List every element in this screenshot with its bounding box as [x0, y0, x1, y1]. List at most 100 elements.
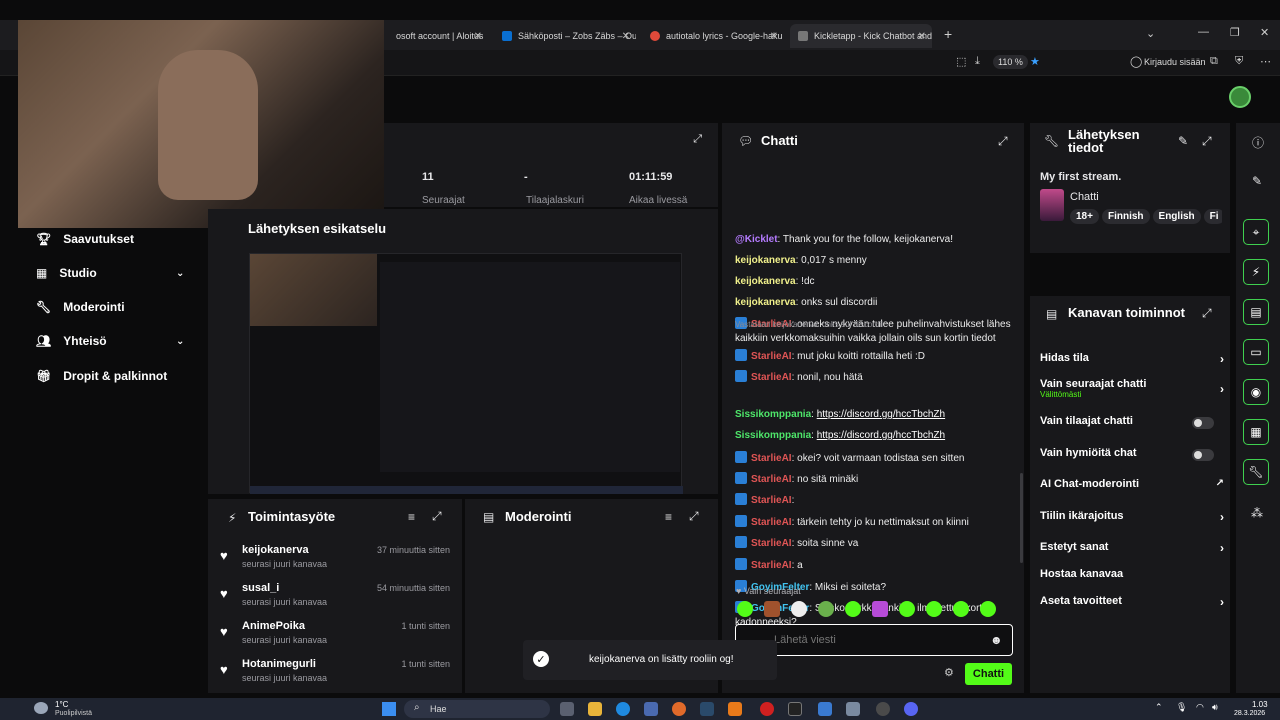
- pencil-icon[interactable]: ✎: [1252, 174, 1262, 188]
- emote-icon[interactable]: [872, 601, 888, 617]
- tab-microsoft-account[interactable]: osoft account | Aloitus ✕: [388, 24, 488, 48]
- download-icon[interactable]: ⤓: [975, 55, 980, 68]
- filter-icon[interactable]: ≡: [408, 510, 415, 524]
- sign-in-button[interactable]: Kirjaudu sisään: [1144, 57, 1206, 67]
- activity-user[interactable]: susal_i: [242, 582, 279, 594]
- slow-mode-row[interactable]: Hidas tila ›: [1040, 352, 1224, 366]
- emote-only-toggle[interactable]: [1192, 449, 1214, 461]
- document-icon[interactable]: ▤: [1243, 299, 1269, 325]
- host-channel-row[interactable]: Hostaa kanavaa: [1040, 568, 1224, 580]
- steam-icon[interactable]: [700, 702, 714, 716]
- clock-time[interactable]: 1.03: [1252, 700, 1268, 709]
- expand-icon[interactable]: ⤢: [432, 509, 442, 524]
- edge-icon[interactable]: [616, 702, 630, 716]
- chat-username[interactable]: StarlieAI: [751, 517, 792, 528]
- close-window-icon[interactable]: ✕: [1260, 26, 1269, 39]
- tag[interactable]: English: [1152, 209, 1201, 224]
- chat-icon[interactable]: ▭: [1243, 339, 1269, 365]
- terminal-icon[interactable]: [788, 702, 802, 716]
- sidebar-item-studio[interactable]: ▦ Studio ⌄: [36, 266, 196, 280]
- lightning-icon[interactable]: ⚡︎: [1243, 259, 1269, 285]
- obs-icon[interactable]: [876, 702, 890, 716]
- emote-icon[interactable]: [845, 601, 861, 617]
- volume-icon[interactable]: 🔊︎: [1212, 702, 1218, 713]
- age-restriction-row[interactable]: Tiilin ikärajoitus ›: [1040, 510, 1224, 524]
- category-name[interactable]: Chatti: [1070, 191, 1099, 203]
- activity-user[interactable]: AnimePoika: [242, 620, 305, 632]
- microphone-icon[interactable]: 🎙︎: [1176, 702, 1187, 713]
- chat-username[interactable]: StarlieAI: [751, 495, 792, 506]
- filter-icon[interactable]: ≡: [665, 510, 672, 524]
- target-icon[interactable]: ⌖: [1243, 219, 1269, 245]
- store-icon[interactable]: [644, 702, 658, 716]
- settings-gear-icon[interactable]: ⚙: [944, 666, 954, 679]
- chat-username[interactable]: Sissikomppania: [735, 430, 811, 441]
- info-icon[interactable]: ⓘ: [1252, 134, 1264, 151]
- close-icon[interactable]: ✕: [918, 31, 926, 42]
- emote-icon[interactable]: [737, 601, 753, 617]
- chat-username[interactable]: Sissikomppania: [735, 409, 811, 420]
- activity-user[interactable]: keijokanerva: [242, 544, 309, 556]
- emote-icon[interactable]: [899, 601, 915, 617]
- emote-icon[interactable]: [953, 601, 969, 617]
- add-widget-icon[interactable]: ⁂: [1251, 506, 1263, 520]
- profile-icon[interactable]: ◯: [1130, 55, 1142, 68]
- shield-icon[interactable]: ⛨: [1235, 55, 1243, 68]
- favorite-star-icon[interactable]: ★: [1030, 55, 1040, 68]
- chat-scrollbar[interactable]: [1020, 473, 1023, 563]
- minimize-icon[interactable]: —: [1198, 26, 1209, 38]
- user-avatar[interactable]: [1229, 86, 1251, 108]
- clock-date[interactable]: 28.3.2026: [1234, 710, 1265, 717]
- emote-icon[interactable]: [764, 601, 780, 617]
- close-icon[interactable]: ✕: [770, 31, 778, 42]
- emote-icon[interactable]: [980, 601, 996, 617]
- wrench-icon[interactable]: 🔧︎: [1243, 459, 1269, 485]
- chat-username[interactable]: keijokanerva: [735, 276, 796, 287]
- tab-google-search[interactable]: autiotalo lyrics - Google-haku ✕: [642, 24, 784, 48]
- subs-only-toggle[interactable]: [1192, 417, 1214, 429]
- tag[interactable]: Fi: [1203, 209, 1222, 224]
- snipping-icon[interactable]: [846, 702, 860, 716]
- firefox-icon[interactable]: [672, 702, 686, 716]
- chat-username[interactable]: StarlieAI: [751, 538, 792, 549]
- blocked-words-row[interactable]: Estetyt sanat ›: [1040, 541, 1224, 555]
- chat-username[interactable]: StarlieAI: [751, 474, 792, 485]
- stream-preview-video[interactable]: [249, 253, 683, 494]
- restore-icon[interactable]: ❐: [1230, 26, 1240, 39]
- set-goals-row[interactable]: Aseta tavoitteet ›: [1040, 595, 1224, 609]
- chat-username[interactable]: @Kicklet: [735, 234, 778, 245]
- tab-outlook[interactable]: Sähköposti – Zobs Zäbs – Outlo ✕: [494, 24, 636, 48]
- taskbar-search-box[interactable]: ⌕ Hae: [404, 700, 550, 718]
- send-chat-button[interactable]: Chatti: [965, 663, 1012, 685]
- activity-user[interactable]: Hotanimegurli: [242, 658, 316, 670]
- emote-icon[interactable]: [926, 601, 942, 617]
- tab-kicklet[interactable]: Kickletapp - Kick Chatbot and C ✕: [790, 24, 932, 48]
- close-icon[interactable]: ✕: [474, 31, 482, 42]
- expand-icon[interactable]: ⤢: [998, 134, 1008, 149]
- chat-username[interactable]: StarlieAI: [751, 351, 792, 362]
- broadcast-icon[interactable]: ◉: [1243, 379, 1269, 405]
- chevron-up-icon[interactable]: ⌃: [1155, 702, 1163, 713]
- followers-only-row[interactable]: Vain seuraajat chatti › Välittömästi: [1040, 378, 1224, 399]
- sidebar-item-community[interactable]: 👥︎ Yhteisö ⌄: [36, 334, 196, 348]
- chevron-down-icon[interactable]: ⌄: [1146, 27, 1155, 40]
- chat-username[interactable]: StarlieAI: [751, 453, 792, 464]
- emote-icon[interactable]: [791, 601, 807, 617]
- close-icon[interactable]: ✕: [622, 31, 630, 42]
- tag[interactable]: Finnish: [1101, 209, 1150, 224]
- tag[interactable]: 18+: [1070, 209, 1099, 224]
- paint-icon[interactable]: [818, 702, 832, 716]
- wifi-icon[interactable]: ◠: [1196, 702, 1204, 713]
- discord-icon[interactable]: [904, 702, 918, 716]
- chat-link[interactable]: https://discord.gg/hccTbchZh: [817, 430, 945, 441]
- expand-icon[interactable]: ⤢: [1202, 134, 1212, 149]
- chat-link[interactable]: https://discord.gg/hccTbchZh: [817, 409, 945, 420]
- expand-icon[interactable]: ⤢: [689, 509, 699, 524]
- sidebar-item-achievements[interactable]: 🏆︎ Saavutukset: [36, 232, 134, 246]
- zoom-level[interactable]: 110 %: [993, 55, 1028, 69]
- windows-start-icon[interactable]: [382, 702, 396, 716]
- chat-username[interactable]: StarlieAI: [751, 372, 792, 383]
- menu-dots-icon[interactable]: ⋯: [1260, 55, 1271, 68]
- emote-icon[interactable]: [818, 601, 834, 617]
- emoji-icon[interactable]: ☻: [990, 633, 1003, 647]
